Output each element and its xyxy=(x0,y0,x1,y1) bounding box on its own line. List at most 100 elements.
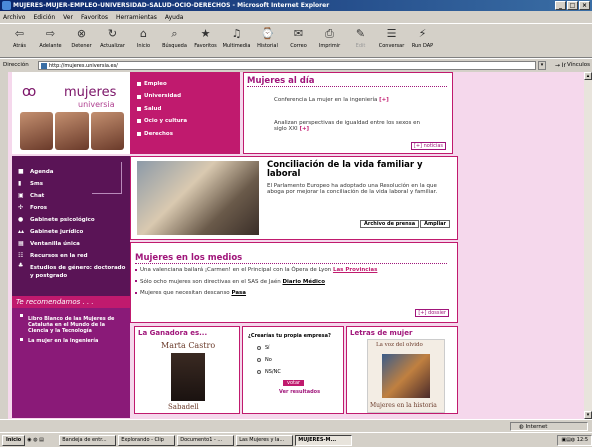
address-input[interactable]: http://mujeres.universia.es/ xyxy=(38,61,536,70)
ganadora-panel: La Ganadora es... Marta Castro Sabadell xyxy=(134,326,240,414)
start-button[interactable]: Inicio xyxy=(2,434,26,446)
list-item[interactable]: Una valenciana bailará ¡Carmen! en el Pr… xyxy=(135,265,377,277)
poll-option-nsnc[interactable]: NS/NC xyxy=(257,369,343,375)
results-link[interactable]: Ver resultados xyxy=(279,389,320,395)
poll-panel: ¿Crearías tu propia empresa? Sí No NS/NC… xyxy=(242,326,344,414)
menu-ayuda[interactable]: Ayuda xyxy=(165,11,184,23)
legal-icon: ▴▴ xyxy=(18,228,25,235)
sidebar-item-gabinete-psicologico[interactable]: ● Gabinete psicológico xyxy=(12,214,130,226)
vote-button[interactable]: votar xyxy=(283,380,305,386)
recommendations-panel: Te recomendamos . . . Libro Blanco de la… xyxy=(12,296,130,418)
featured-title[interactable]: Conciliación de la vida familiar y labor… xyxy=(267,161,453,179)
favorites-icon: ★ xyxy=(200,27,211,40)
tray-icons[interactable]: ▣▤◍ xyxy=(561,437,576,443)
ie-icon xyxy=(2,1,11,10)
sidebar-item-estudios[interactable]: ♣ Estudios de género: doctorado y postgra… xyxy=(12,262,130,282)
nav-ocio[interactable]: Ocio y cultura xyxy=(137,115,240,127)
back-button[interactable]: ⇦ Atrás xyxy=(4,24,35,49)
favorites-button[interactable]: ★ Favoritos xyxy=(190,24,221,49)
book-cover[interactable]: La voz del olvido Mujeres en la historia xyxy=(367,339,445,413)
dap-icon: ⚡ xyxy=(418,27,427,40)
site-logo-text[interactable]: mujeres xyxy=(64,86,116,99)
stop-button[interactable]: ⊗ Detener xyxy=(66,24,97,49)
reco-item[interactable]: La mujer en la ingeniería xyxy=(12,334,130,344)
list-item[interactable]: Sólo ocho mujeres son directivas en el S… xyxy=(135,277,377,289)
poll-option-no[interactable]: No xyxy=(257,357,343,363)
address-dropdown-button[interactable]: ▾ xyxy=(538,61,546,70)
ganadora-photo[interactable] xyxy=(171,353,205,401)
poll-option-si[interactable]: Sí xyxy=(257,345,343,351)
site-logo-area: ꝏ mujeres universia xyxy=(12,72,130,154)
mail-button[interactable]: ✉ Correo xyxy=(283,24,314,49)
nav-derechos[interactable]: Derechos xyxy=(137,128,240,140)
radio-icon[interactable] xyxy=(257,370,261,374)
home-button[interactable]: ⌂ Inicio xyxy=(128,24,159,49)
book-image xyxy=(382,354,430,398)
sidebar-item-ventanilla[interactable]: ▦ Ventanilla única xyxy=(12,238,130,250)
print-icon: ⎙ xyxy=(325,27,334,40)
menu-edicion[interactable]: Edición xyxy=(33,11,55,23)
sidebar-item-agenda[interactable]: ■ Agenda xyxy=(12,166,130,178)
maximize-button[interactable]: □ xyxy=(567,1,578,10)
radio-icon[interactable] xyxy=(257,346,261,350)
nav-salud[interactable]: Salud xyxy=(137,103,240,115)
sidebar-item-sms[interactable]: ▮ Sms xyxy=(12,178,130,190)
scroll-down-icon[interactable]: ▾ xyxy=(584,411,592,419)
ampliar-button[interactable]: Ampliar xyxy=(420,220,451,228)
task-doc[interactable]: Las Mujeres y la... xyxy=(236,434,294,446)
taskbar: Inicio ◉ ◍ ▤ Bandeja de entr... Exploran… xyxy=(0,432,592,447)
menu-archivo[interactable]: Archivo xyxy=(3,11,25,23)
task-outlook[interactable]: Bandeja de entr... xyxy=(59,434,117,446)
media-button[interactable]: ♫ Multimedia xyxy=(221,24,252,49)
featured-buttons: Archivo de prensa Ampliar xyxy=(360,220,451,228)
menu-herramientas[interactable]: Herramientas xyxy=(116,11,157,23)
dia-item[interactable]: Analizan perspectivas de igualdad entre … xyxy=(274,120,424,132)
print-button[interactable]: ⎙ Imprimir xyxy=(314,24,345,49)
back-arrow-icon: ⇦ xyxy=(14,27,25,40)
archivo-prensa-button[interactable]: Archivo de prensa xyxy=(360,220,420,228)
poll-question: ¿Crearías tu propia empresa? xyxy=(248,333,331,339)
scroll-up-icon[interactable]: ▴ xyxy=(584,72,592,80)
close-button[interactable]: × xyxy=(579,1,590,10)
address-label: Dirección xyxy=(3,62,29,68)
letras-title: Letras de mujer xyxy=(350,329,413,337)
noticias-button[interactable]: [+] noticias xyxy=(410,142,446,150)
history-button[interactable]: ⌚ Historial xyxy=(252,24,283,49)
reco-item[interactable]: Libro Blanco de las Mujeres de Cataluña … xyxy=(12,308,130,334)
sidebar-item-recursos[interactable]: ☷ Recursos en la red xyxy=(12,250,130,262)
vertical-scrollbar[interactable]: ▴ ▾ xyxy=(584,72,592,419)
nav-universidad[interactable]: Universidad xyxy=(137,90,240,102)
sidebar-item-chat[interactable]: ▣ Chat xyxy=(12,190,130,202)
discuss-icon: ☰ xyxy=(386,27,397,40)
minimize-button[interactable]: _ xyxy=(555,1,566,10)
dia-item[interactable]: Conferencia La mujer en la ingeniería [+… xyxy=(274,97,389,103)
sidebar-item-foros[interactable]: ✣ Foros xyxy=(12,202,130,214)
dap-button[interactable]: ⚡ Run DAP xyxy=(407,24,438,49)
task-word[interactable]: Documento1 - ... xyxy=(177,434,235,446)
forward-button[interactable]: ⇨ Adelante xyxy=(35,24,66,49)
discuss-button[interactable]: ☰ Conversar xyxy=(376,24,407,49)
go-button[interactable]: → Ir xyxy=(555,59,566,72)
search-button[interactable]: ⌕ Búsqueda xyxy=(159,24,190,49)
edit-button[interactable]: ✎ Edit xyxy=(345,24,376,49)
window-controls: _ □ × xyxy=(555,1,590,10)
address-bar: Dirección http://mujeres.universia.es/ ▾… xyxy=(0,58,592,71)
dossier-button[interactable]: [+] dossier xyxy=(415,309,449,317)
menu-favoritos[interactable]: Favoritos xyxy=(81,11,108,23)
window-icon: ▦ xyxy=(18,240,24,247)
list-item[interactable]: Mujeres que necesitan descanso Pasa xyxy=(135,288,377,300)
links-button[interactable]: Vínculos xyxy=(567,59,590,72)
sidebar-item-gabinete-juridico[interactable]: ▴▴ Gabinete jurídico xyxy=(12,226,130,238)
quick-launch[interactable]: ◉ ◍ ▤ xyxy=(27,437,57,443)
agenda-icon: ■ xyxy=(18,168,24,175)
stop-icon: ⊗ xyxy=(76,27,87,40)
task-ie-active[interactable]: MUJERES-M... xyxy=(295,434,353,446)
menu-ver[interactable]: Ver xyxy=(63,11,73,23)
task-explorer[interactable]: Explorando - Clip xyxy=(118,434,176,446)
psychology-icon: ● xyxy=(18,216,24,223)
clock: 12:5 xyxy=(576,436,588,443)
radio-icon[interactable] xyxy=(257,358,261,362)
refresh-button[interactable]: ↻ Actualizar xyxy=(97,24,128,49)
nav-empleo[interactable]: Empleo xyxy=(137,78,240,90)
history-icon: ⌚ xyxy=(260,27,275,40)
